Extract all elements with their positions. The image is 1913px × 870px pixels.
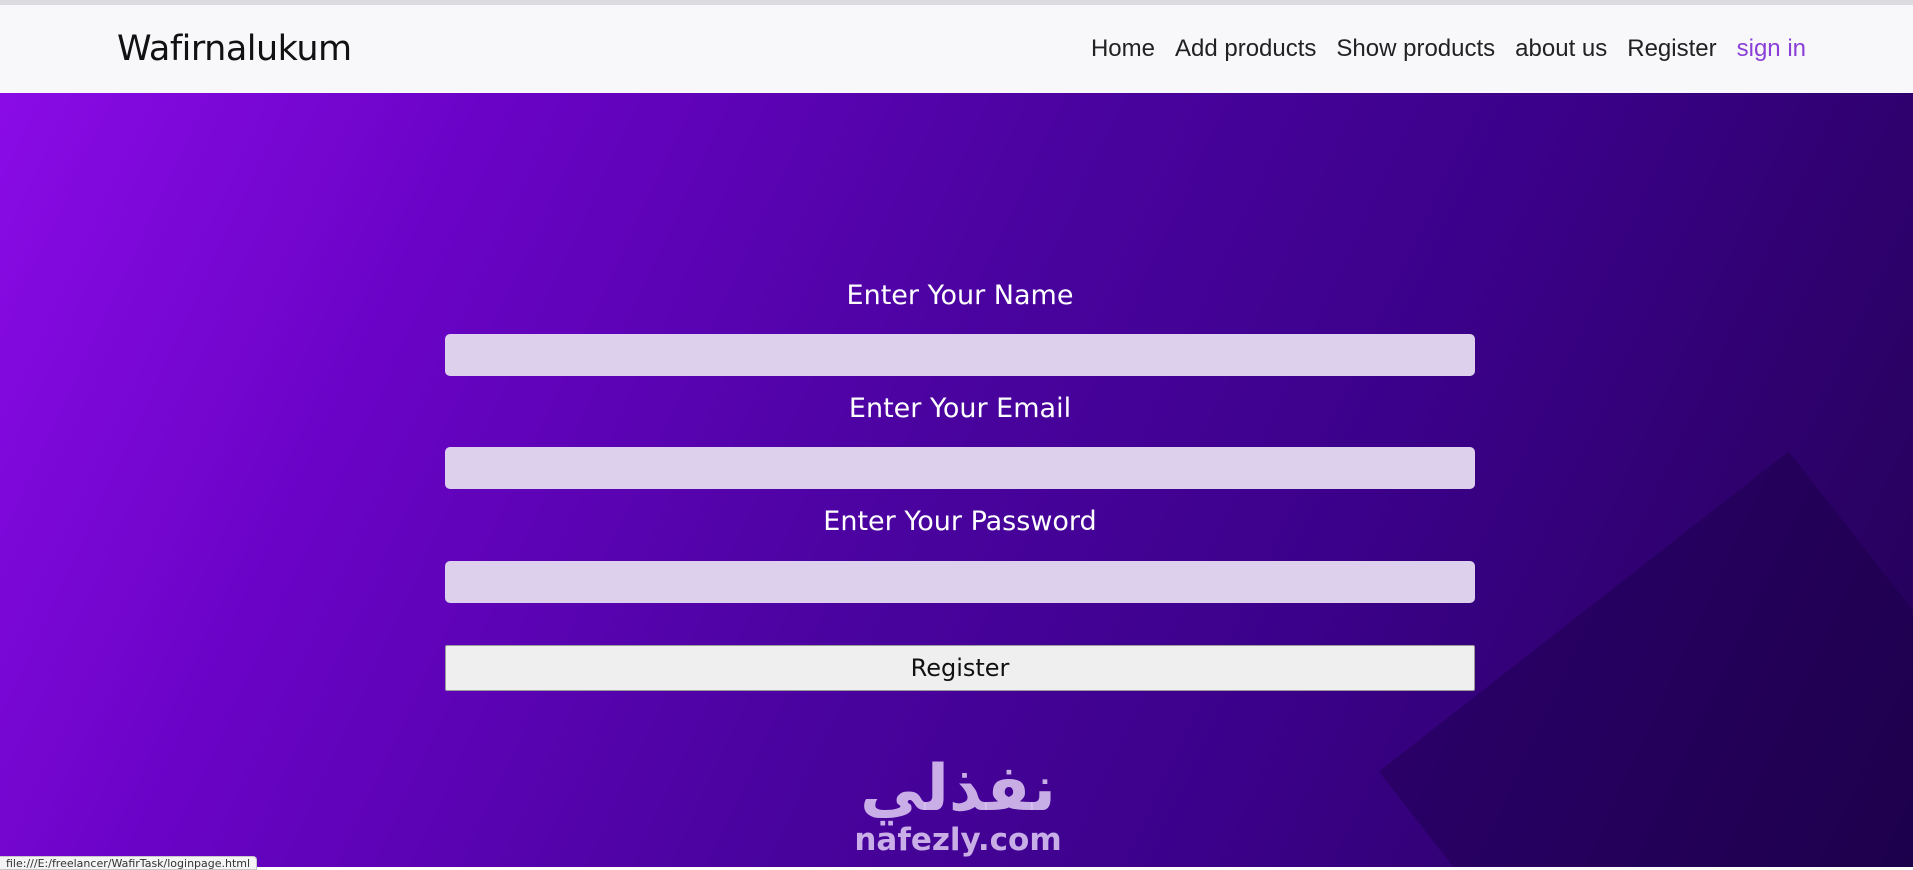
nav-link-home[interactable]: Home [1091, 35, 1155, 63]
name-input[interactable] [445, 334, 1475, 376]
nav-link-register[interactable]: Register [1627, 35, 1716, 63]
brand-logo[interactable]: Wafirnalukum [117, 29, 352, 69]
watermark-latin-text: nafezly.com [854, 822, 1062, 858]
nav-link-show-products[interactable]: Show products [1336, 35, 1495, 63]
nav-link-add-products[interactable]: Add products [1175, 35, 1316, 63]
name-label: Enter Your Name [846, 280, 1074, 311]
nav-links: Home Add products Show products about us… [1071, 35, 1806, 63]
nafezly-watermark: نفذلي nafezly.com [840, 754, 1076, 867]
nav-link-sign-in[interactable]: sign in [1737, 35, 1806, 63]
browser-status-bar: file:///E:/freelancer/WafirTask/loginpag… [0, 856, 258, 870]
password-input[interactable] [445, 561, 1475, 603]
password-label: Enter Your Password [823, 506, 1097, 537]
nav-link-about-us[interactable]: about us [1515, 35, 1607, 63]
register-button[interactable]: Register [445, 645, 1475, 691]
email-label: Enter Your Email [848, 393, 1072, 424]
email-input[interactable] [445, 447, 1475, 489]
navbar: Wafirnalukum Home Add products Show prod… [0, 5, 1913, 93]
watermark-arabic-text: نفذلي [860, 752, 1056, 826]
register-hero: Enter Your Name Enter Your Email Enter Y… [0, 93, 1913, 867]
